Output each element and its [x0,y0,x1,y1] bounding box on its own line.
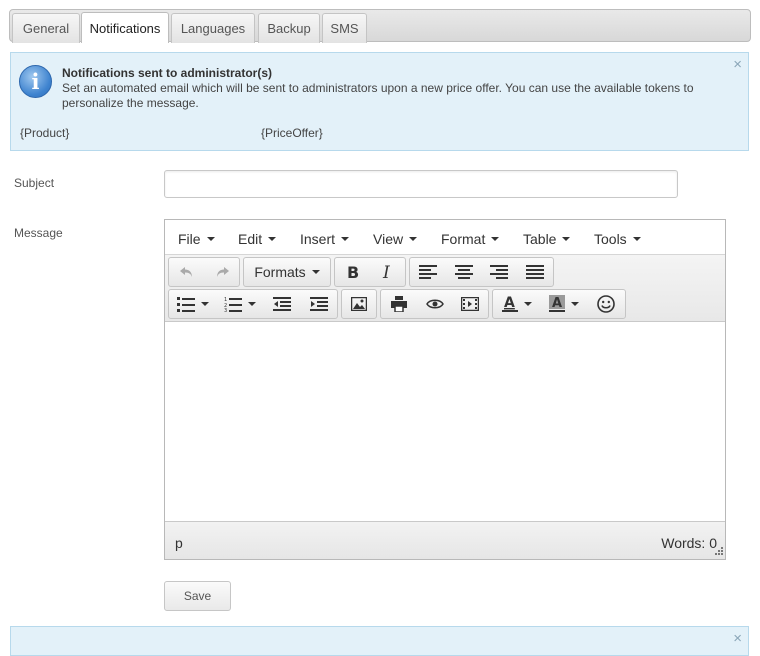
token-price-offer[interactable]: {PriceOffer} [261,126,323,140]
word-count: Words: 0 [661,535,717,551]
svg-text:A: A [552,296,562,311]
chevron-down-icon [206,237,215,241]
editor-content-area[interactable] [165,322,725,523]
chevron-down-icon [311,270,320,274]
chevron-down-icon [268,237,277,241]
rich-text-editor: File Edit Insert View Format Table Tools… [164,219,726,560]
numbered-list-icon: 123 [224,297,242,312]
editor-menubar: File Edit Insert View Format Table Tools [165,220,725,255]
chevron-down-icon [200,302,209,306]
color-group: A A [492,289,626,319]
insert-media-button[interactable] [452,290,488,318]
history-group [168,257,240,287]
redo-button[interactable] [204,258,239,286]
eye-icon [425,299,444,309]
align-center-button[interactable] [446,258,482,286]
bold-icon: B [347,264,359,280]
info-title: Notifications sent to administrator(s) [62,66,273,80]
italic-button[interactable]: I [370,258,405,286]
message-label: Message [14,226,63,240]
align-left-button[interactable] [410,258,446,286]
media-group [380,289,489,319]
menu-format[interactable]: Format [441,231,500,247]
tab-bar: General Notifications Languages Backup S… [9,9,751,43]
align-right-icon [490,265,509,279]
align-left-icon [418,265,437,279]
close-icon[interactable]: × [733,631,742,646]
outdent-button[interactable] [263,290,300,318]
align-center-icon [454,265,473,279]
info-panel: i Notifications sent to administrator(s)… [10,52,749,151]
editor-toolbar: Formats B I 1 2 3 A A [165,255,725,322]
style-group: B I [334,257,406,287]
formats-dropdown[interactable]: Formats [244,258,330,286]
menu-table[interactable]: Table [523,231,571,247]
text-color-icon: A [501,295,518,312]
tab-sms[interactable]: SMS [322,13,367,43]
chevron-down-icon [523,302,532,306]
align-right-button[interactable] [482,258,518,286]
align-justify-button[interactable] [517,258,553,286]
insert-image-button[interactable] [342,290,376,318]
image-group [341,289,377,319]
menu-tools[interactable]: Tools [594,231,641,247]
svg-text:B: B [347,264,359,280]
svg-text:I: I [382,264,390,280]
numbered-list-button[interactable]: 123 [216,290,263,318]
bold-button[interactable]: B [335,258,370,286]
formats-group: Formats [243,257,331,287]
bullet-list-icon [176,297,195,312]
tab-general[interactable]: General [12,13,80,43]
redo-icon [216,267,229,277]
align-justify-icon [526,265,545,279]
chevron-down-icon [570,302,579,306]
menu-view[interactable]: View [373,231,418,247]
align-group [409,257,554,287]
tab-backup[interactable]: Backup [258,13,320,43]
chevron-down-icon [247,302,256,306]
svg-text:A: A [504,295,515,311]
subject-label: Subject [14,176,55,190]
svg-text:3: 3 [224,308,227,312]
tab-notifications[interactable]: Notifications [81,12,169,43]
resize-handle-icon[interactable] [713,547,723,557]
editor-statusbar: p Words: 0 [165,521,725,559]
film-icon [461,297,480,311]
text-color-button[interactable]: A [493,290,540,318]
info-panel-secondary: × [10,626,749,656]
menu-edit[interactable]: Edit [238,231,277,247]
save-button[interactable]: Save [164,581,231,611]
indent-button[interactable] [300,290,337,318]
undo-button[interactable] [169,258,204,286]
bullet-list-button[interactable] [169,290,216,318]
close-icon[interactable]: × [733,57,742,72]
italic-icon: I [382,264,390,280]
info-icon: i [19,65,52,98]
background-color-icon: A [548,295,565,312]
element-path[interactable]: p [175,535,183,551]
chevron-down-icon [562,237,571,241]
chevron-down-icon [632,237,641,241]
print-button[interactable] [381,290,417,318]
preview-button[interactable] [417,290,453,318]
emoticons-button[interactable] [587,290,625,318]
smiley-icon [597,295,615,313]
chevron-down-icon [491,237,500,241]
tab-languages[interactable]: Languages [171,13,255,43]
outdent-icon [272,297,291,311]
menu-insert[interactable]: Insert [300,231,350,247]
token-product[interactable]: {Product} [20,126,69,140]
indent-icon [309,297,328,311]
print-icon [390,296,407,312]
background-color-button[interactable]: A [540,290,587,318]
undo-icon [179,267,192,277]
image-icon [351,297,367,311]
menu-file[interactable]: File [178,231,215,247]
subject-input[interactable] [164,170,678,198]
chevron-down-icon [409,237,418,241]
list-group: 123 [168,289,338,319]
info-text: Set an automated email which will be sen… [62,81,694,110]
chevron-down-icon [341,237,350,241]
